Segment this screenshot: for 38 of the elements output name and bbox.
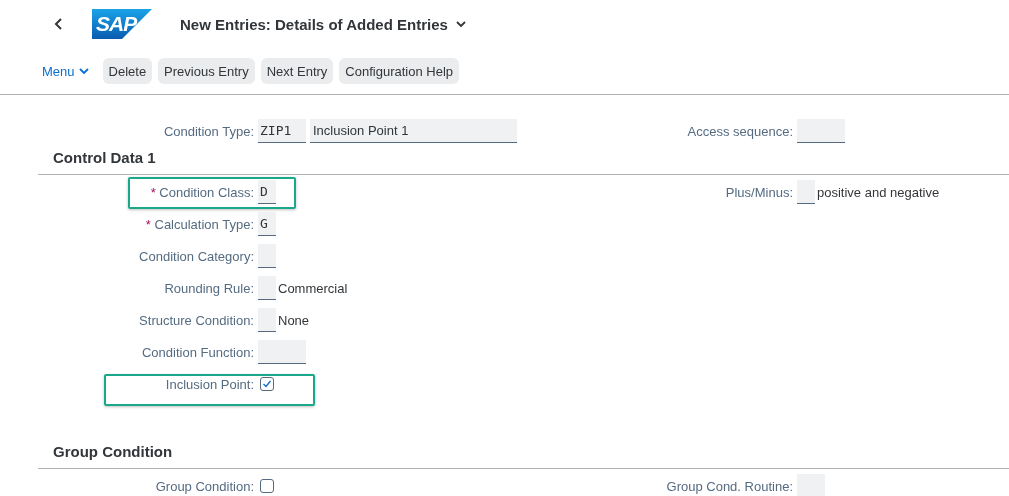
field-label: Inclusion Point: bbox=[164, 376, 254, 392]
page-title-menu[interactable]: New Entries: Details of Added Entries bbox=[180, 15, 466, 33]
toolbar-button[interactable]: Configuration Help bbox=[339, 58, 460, 84]
input-field[interactable] bbox=[258, 244, 276, 268]
field-label: Structure Condition: bbox=[138, 312, 254, 328]
field-label: Rounding Rule: bbox=[163, 280, 254, 296]
toolbar-button[interactable]: Next Entry bbox=[260, 58, 334, 84]
section-title: Control Data 1 bbox=[52, 148, 157, 168]
field-label: * Condition Class: bbox=[149, 184, 254, 200]
field-label: Group Condition: bbox=[154, 478, 254, 494]
field-description: positive and negative bbox=[817, 184, 940, 200]
input-field[interactable]: D bbox=[258, 180, 276, 204]
chevron-down-icon bbox=[78, 67, 89, 75]
field-description: None bbox=[278, 312, 310, 328]
chevron-down-icon bbox=[455, 20, 466, 28]
menu-button[interactable]: Menu bbox=[42, 63, 89, 79]
input-field[interactable] bbox=[797, 180, 815, 204]
field-label: Access sequence: bbox=[686, 123, 793, 139]
checkbox[interactable] bbox=[260, 377, 274, 391]
field-label: Condition Category: bbox=[138, 248, 254, 264]
field-label: * Calculation Type: bbox=[144, 216, 254, 232]
field-label: Group Cond. Routine: bbox=[665, 478, 793, 494]
checkbox[interactable] bbox=[260, 479, 274, 493]
input-field[interactable]: Inclusion Point 1 bbox=[310, 119, 517, 143]
input-field[interactable] bbox=[258, 308, 276, 332]
input-field[interactable] bbox=[797, 119, 845, 143]
field-label: Condition Type: bbox=[162, 123, 254, 139]
field-description: Commercial bbox=[278, 280, 348, 296]
field-label: Condition Function: bbox=[141, 344, 254, 360]
input-field[interactable]: G bbox=[258, 212, 276, 236]
field-label: Plus/Minus: bbox=[724, 184, 793, 200]
input-field[interactable] bbox=[258, 340, 306, 364]
input-field[interactable]: ZIP1 bbox=[258, 119, 306, 143]
input-field[interactable] bbox=[258, 276, 276, 300]
toolbar-button[interactable]: Delete bbox=[102, 58, 153, 84]
toolbar-button[interactable]: Previous Entry bbox=[158, 58, 255, 84]
section-title: Group Condition bbox=[52, 442, 174, 462]
logo: SAP bbox=[92, 9, 152, 39]
